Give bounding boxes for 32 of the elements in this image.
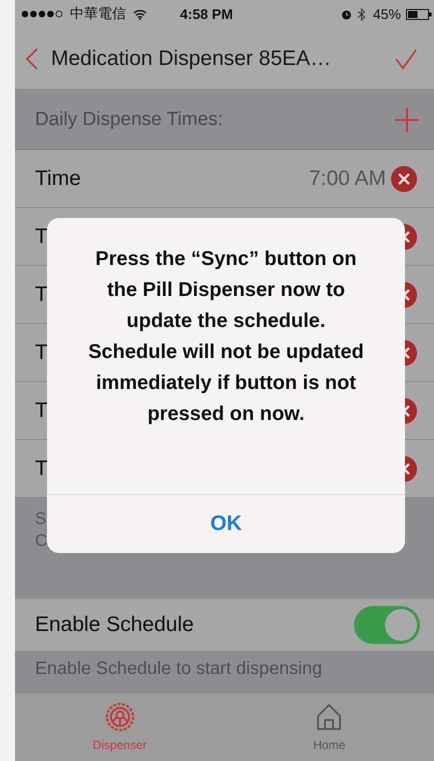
ok-button[interactable]: OK: [47, 495, 405, 553]
time-label: T: [35, 224, 48, 248]
add-icon[interactable]: [394, 106, 420, 132]
nav-title: Medication Dispenser 85EA…: [51, 46, 332, 70]
time-row[interactable]: Time 7:00 AM: [15, 150, 434, 208]
signal-icon: [21, 10, 65, 18]
bluetooth-icon: [356, 8, 366, 20]
enable-label: Enable Schedule: [35, 613, 194, 637]
tab-item[interactable]: Dispenser: [60, 702, 180, 752]
battery-percent: 45%: [372, 6, 401, 22]
time-label: T: [35, 340, 48, 364]
status-time: 4:58 PM: [180, 6, 233, 22]
time-label: T: [35, 282, 48, 306]
section-title: Daily Dispense Times:: [35, 108, 223, 130]
delete-icon[interactable]: [390, 164, 418, 192]
time-label: Time: [35, 166, 81, 190]
wifi-icon: [133, 8, 147, 20]
tab-item[interactable]: Home: [269, 702, 390, 752]
enable-toggle[interactable]: [354, 606, 420, 644]
time-value: 7:00 AM: [308, 166, 386, 190]
alarm-icon: [340, 8, 352, 20]
note-text: C: [35, 530, 48, 552]
description-text: Enable Schedule to start dispensing: [35, 658, 322, 678]
alert-message: Press the “Sync” button on the Pill Dispenser now to update the schedule. Schedule will not be updated immediately if button is not pressed on now.: [47, 218, 405, 495]
back-icon[interactable]: [25, 46, 39, 70]
time-label: T: [35, 398, 48, 422]
battery-icon: [406, 8, 432, 20]
time-label: T: [35, 456, 48, 480]
wheel-icon: [104, 702, 135, 732]
carrier-name: 中華電信: [70, 5, 126, 23]
checkmark-icon[interactable]: [394, 48, 418, 70]
note-text: S: [35, 508, 46, 530]
